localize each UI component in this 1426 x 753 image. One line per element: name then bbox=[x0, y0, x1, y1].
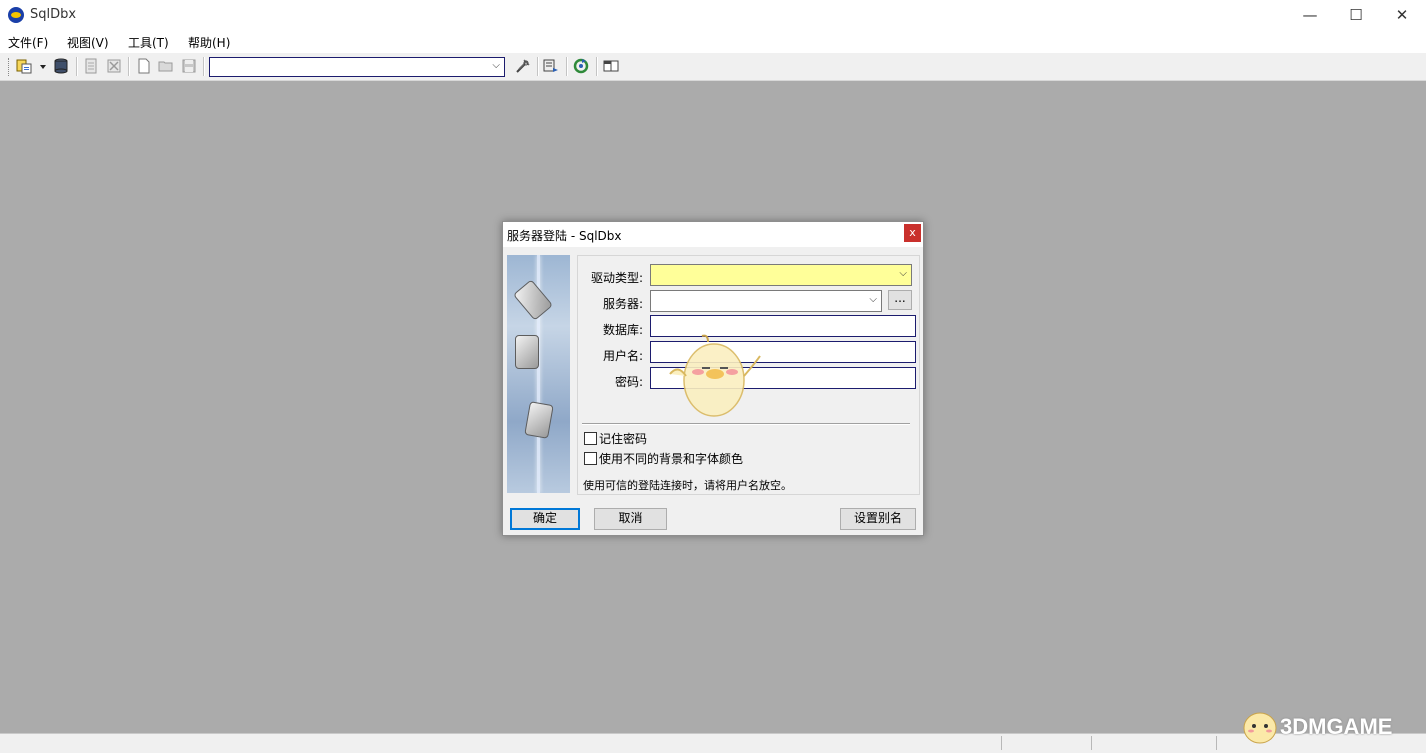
side-banner-image bbox=[507, 255, 570, 493]
close-button[interactable]: ✕ bbox=[1379, 0, 1425, 31]
database-label: 数据库: bbox=[602, 323, 643, 337]
dialog-close-button[interactable]: x bbox=[904, 224, 921, 242]
title-bar: SqlDbx — ☐ ✕ bbox=[0, 0, 1426, 31]
trusted-login-hint: 使用可信的登陆连接时，请将用户名放空。 bbox=[583, 479, 792, 492]
connection-combo[interactable]: ⌵ bbox=[209, 57, 505, 77]
minimize-button[interactable]: — bbox=[1287, 0, 1333, 31]
menu-tools[interactable]: 工具(T) bbox=[128, 34, 169, 51]
refresh-icon[interactable] bbox=[573, 58, 589, 74]
cancel-button[interactable]: 取消 bbox=[594, 508, 667, 530]
open-file-icon[interactable] bbox=[158, 58, 174, 74]
driver-label: 驱动类型: bbox=[590, 271, 643, 285]
menu-bar: 文件(F) 视图(V) 工具(T) 帮助(H) bbox=[0, 31, 1426, 53]
dialog-title: 服务器登陆 - SqlDbx bbox=[507, 229, 622, 243]
device-graphic bbox=[524, 401, 554, 439]
chick-mascot-icon bbox=[1243, 712, 1277, 744]
toolbar-separator bbox=[128, 57, 130, 76]
dropdown-arrow-icon[interactable] bbox=[38, 58, 48, 74]
server-select[interactable]: ⌵ bbox=[650, 290, 882, 312]
driver-type-select[interactable]: ⌵ bbox=[650, 264, 912, 286]
different-colors-label[interactable]: 使用不同的背景和字体颜色 bbox=[599, 450, 743, 467]
status-pane bbox=[1091, 736, 1092, 750]
toolbar-separator bbox=[566, 57, 568, 76]
chevron-down-icon: ⌵ bbox=[899, 268, 907, 279]
watermark-text: 3DMGAME bbox=[1280, 714, 1393, 739]
menu-view[interactable]: 视图(V) bbox=[67, 34, 109, 51]
different-colors-checkbox[interactable] bbox=[584, 452, 597, 465]
chevron-down-icon: ⌵ bbox=[869, 294, 877, 305]
username-label: 用户名: bbox=[602, 349, 643, 363]
new-connection-icon[interactable] bbox=[16, 58, 32, 74]
close-tab-icon[interactable] bbox=[106, 58, 122, 74]
window-title: SqlDbx bbox=[30, 7, 77, 22]
disconnect-icon[interactable] bbox=[83, 58, 99, 74]
status-bar bbox=[0, 733, 1426, 753]
remember-password-checkbox[interactable] bbox=[584, 432, 597, 445]
server-label: 服务器: bbox=[602, 297, 643, 311]
browse-server-button[interactable]: ... bbox=[888, 290, 912, 310]
execute-icon[interactable] bbox=[543, 58, 559, 74]
divider bbox=[582, 423, 910, 425]
database-icon[interactable] bbox=[53, 58, 69, 74]
layout-icon[interactable] bbox=[603, 58, 619, 74]
device-graphic bbox=[515, 335, 539, 369]
menu-help[interactable]: 帮助(H) bbox=[188, 34, 230, 51]
set-alias-button[interactable]: 设置别名 bbox=[840, 508, 916, 530]
toolbar-separator bbox=[596, 57, 598, 76]
chevron-down-icon: ⌵ bbox=[492, 60, 500, 71]
ok-button[interactable]: 确定 bbox=[510, 508, 580, 530]
status-pane bbox=[1001, 736, 1002, 750]
app-logo-icon bbox=[8, 7, 24, 23]
password-label: 密码: bbox=[614, 375, 643, 389]
toolbar-separator bbox=[76, 57, 78, 76]
maximize-button[interactable]: ☐ bbox=[1333, 0, 1379, 31]
status-pane bbox=[1216, 736, 1217, 750]
menu-file[interactable]: 文件(F) bbox=[8, 34, 48, 51]
remember-password-label[interactable]: 记住密码 bbox=[599, 430, 647, 447]
device-graphic bbox=[512, 279, 554, 321]
watermark-logo: 3DMGAME bbox=[1240, 706, 1420, 746]
save-icon[interactable] bbox=[181, 58, 197, 74]
tools-icon[interactable] bbox=[515, 58, 531, 74]
toolbar-separator bbox=[203, 57, 205, 76]
toolbar-separator bbox=[537, 57, 539, 76]
dialog-title-bar: 服务器登陆 - SqlDbx x bbox=[503, 222, 923, 247]
new-file-icon[interactable] bbox=[136, 58, 152, 74]
chick-mascot-icon bbox=[669, 334, 761, 417]
toolbar-grip[interactable] bbox=[8, 58, 11, 76]
